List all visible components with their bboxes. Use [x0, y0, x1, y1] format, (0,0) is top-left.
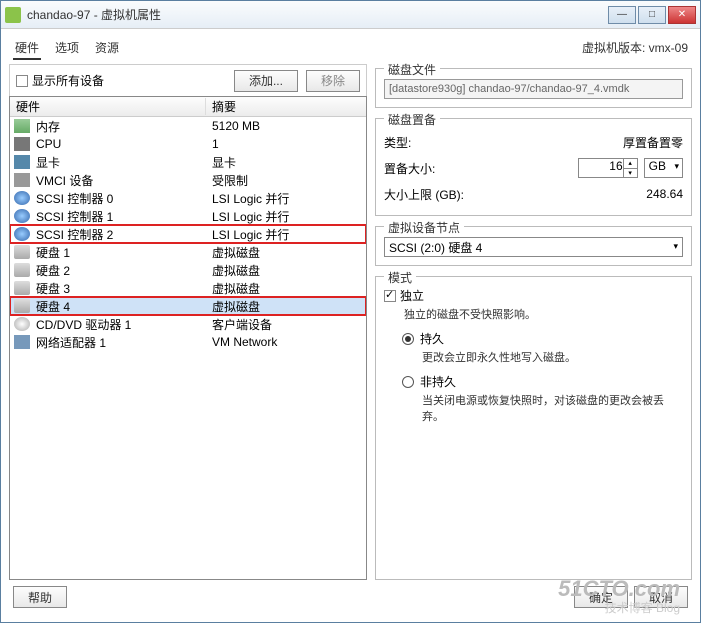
nic-icon [14, 335, 30, 349]
node-group: 虚拟设备节点 SCSI (2:0) 硬盘 4 [375, 226, 692, 266]
type-label: 类型: [384, 134, 623, 151]
tabs: 硬件 选项 资源 [9, 35, 582, 60]
titlebar[interactable]: chandao-97 - 虚拟机属性 — □ ✕ [1, 1, 700, 29]
tab-resources[interactable]: 资源 [93, 37, 121, 60]
hw-row-disk4[interactable]: 硬盘 4虚拟磁盘 [10, 297, 366, 315]
window-title: chandao-97 - 虚拟机属性 [27, 6, 608, 23]
col-summary[interactable]: 摘要 [206, 98, 366, 115]
size-input[interactable]: 16▴▾ [578, 158, 638, 178]
vm-properties-window: chandao-97 - 虚拟机属性 — □ ✕ 硬件 选项 资源 虚拟机版本:… [0, 0, 701, 623]
cpu-icon [14, 137, 30, 151]
node-title: 虚拟设备节点 [384, 219, 464, 236]
persistent-desc: 更改会立即永久性地写入磁盘。 [422, 349, 683, 365]
independent-desc: 独立的磁盘不受快照影响。 [404, 306, 683, 322]
nonpersistent-desc: 当关闭电源或恢复快照时，对该磁盘的更改会被丢弃。 [422, 392, 683, 424]
hw-row-disk2[interactable]: 硬盘 2虚拟磁盘 [10, 261, 366, 279]
disk-file-title: 磁盘文件 [384, 61, 440, 78]
max-value: 248.64 [646, 187, 683, 201]
vmci-icon [14, 173, 30, 187]
memory-icon [14, 119, 30, 133]
remove-button[interactable]: 移除 [306, 70, 360, 92]
nonpersistent-radio[interactable]: 非持久 [402, 373, 683, 390]
help-button[interactable]: 帮助 [13, 586, 67, 608]
disk-icon [14, 299, 30, 313]
hw-row-scsi0[interactable]: SCSI 控制器 0LSI Logic 并行 [10, 189, 366, 207]
maximize-button[interactable]: □ [638, 6, 666, 24]
vm-version-label: 虚拟机版本: vmx-09 [582, 39, 692, 56]
scsi-icon [14, 209, 30, 223]
scsi-icon [14, 191, 30, 205]
disk-icon [14, 263, 30, 277]
disk-file-path[interactable]: [datastore930g] chandao-97/chandao-97_4.… [384, 79, 683, 99]
hw-row-video[interactable]: 显卡显卡 [10, 153, 366, 171]
cd-icon [14, 317, 30, 331]
max-label: 大小上限 (GB): [384, 186, 646, 203]
app-icon [5, 7, 21, 23]
persistent-radio[interactable]: 持久 [402, 330, 683, 347]
disk-icon [14, 281, 30, 295]
video-icon [14, 155, 30, 169]
size-spinner[interactable]: ▴▾ [623, 159, 637, 177]
hw-row-scsi2[interactable]: SCSI 控制器 2LSI Logic 并行 [10, 225, 366, 243]
disk-icon [14, 245, 30, 259]
tab-options[interactable]: 选项 [53, 37, 81, 60]
tab-hardware[interactable]: 硬件 [13, 37, 41, 60]
minimize-button[interactable]: — [608, 6, 636, 24]
size-unit-select[interactable]: GB [644, 158, 683, 178]
ok-button[interactable]: 确定 [574, 586, 628, 608]
provision-title: 磁盘置备 [384, 111, 440, 128]
size-label: 置备大小: [384, 160, 578, 177]
independent-checkbox[interactable]: 独立 [384, 287, 683, 304]
col-hardware[interactable]: 硬件 [10, 98, 206, 115]
add-button[interactable]: 添加... [234, 70, 298, 92]
hw-row-memory[interactable]: 内存5120 MB [10, 117, 366, 135]
hw-row-disk1[interactable]: 硬盘 1虚拟磁盘 [10, 243, 366, 261]
hw-row-nic[interactable]: 网络适配器 1VM Network [10, 333, 366, 351]
hw-row-cpu[interactable]: CPU1 [10, 135, 366, 153]
provision-group: 磁盘置备 类型: 厚置备置零 置备大小: 16▴▾ GB 大小上限 (GB): … [375, 118, 692, 216]
cancel-button[interactable]: 取消 [634, 586, 688, 608]
disk-file-group: 磁盘文件 [datastore930g] chandao-97/chandao-… [375, 68, 692, 108]
close-button[interactable]: ✕ [668, 6, 696, 24]
hw-row-vmci[interactable]: VMCI 设备受限制 [10, 171, 366, 189]
hardware-list-header: 硬件 摘要 [10, 97, 366, 117]
hw-row-disk3[interactable]: 硬盘 3虚拟磁盘 [10, 279, 366, 297]
hw-row-scsi1[interactable]: SCSI 控制器 1LSI Logic 并行 [10, 207, 366, 225]
scsi-icon [14, 227, 30, 241]
hw-row-cdrom[interactable]: CD/DVD 驱动器 1客户端设备 [10, 315, 366, 333]
mode-title: 模式 [384, 269, 416, 286]
node-select[interactable]: SCSI (2:0) 硬盘 4 [384, 237, 683, 257]
type-value: 厚置备置零 [623, 134, 683, 151]
mode-group: 模式 独立 独立的磁盘不受快照影响。 持久 更改会立即永久性地写入磁盘。 非持久… [375, 276, 692, 580]
hardware-list: 硬件 摘要 内存5120 MB CPU1 显卡显卡 VMCI 设备受限制 SCS… [9, 96, 367, 580]
show-all-devices-checkbox[interactable]: 显示所有设备 [16, 72, 104, 89]
